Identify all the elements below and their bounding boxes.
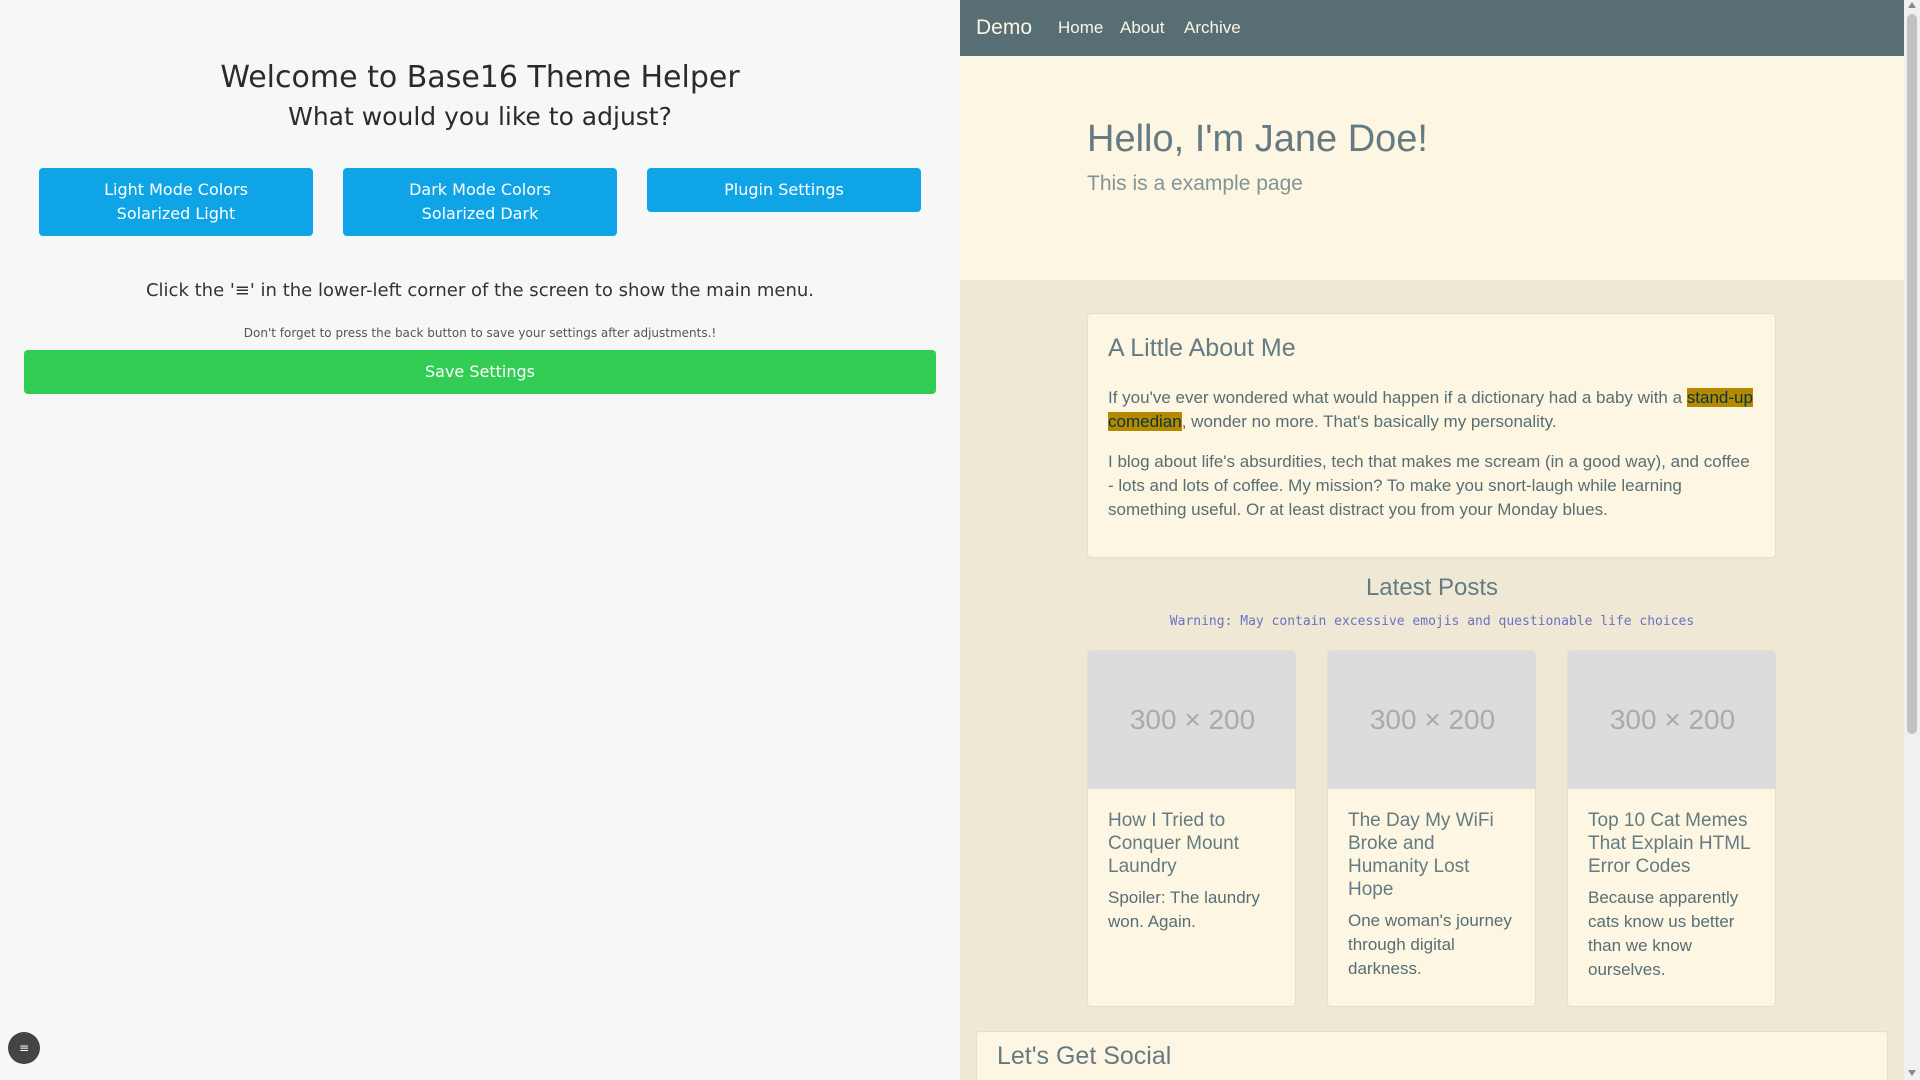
post-description: Because apparently cats know us better t… — [1588, 888, 1739, 979]
post-image-placeholder: 300 × 200 — [1328, 651, 1535, 789]
scrollbar-thumb[interactable] — [1907, 14, 1917, 734]
nav-link-home[interactable]: Home — [1058, 18, 1103, 38]
post-title[interactable]: Top 10 Cat Memes That Explain HTML Error… — [1588, 809, 1760, 878]
navbar-brand[interactable]: Demo — [976, 16, 1032, 40]
post-card[interactable]: 300 × 200 Top 10 Cat Memes That Explain … — [1567, 650, 1776, 1007]
theme-preview-panel: Demo Home About Archive Hello, I'm Jane … — [960, 0, 1904, 1080]
post-card[interactable]: 300 × 200 How I Tried to Conquer Mount L… — [1087, 650, 1296, 1007]
light-mode-colors-button[interactable]: Light Mode Colors Solarized Light — [39, 168, 313, 236]
post-image-placeholder: 300 × 200 — [1568, 651, 1775, 789]
light-mode-button-label: Light Mode Colors — [104, 180, 248, 199]
post-description: Spoiler: The laundry won. Again. — [1108, 888, 1260, 931]
nav-link-about[interactable]: About — [1120, 18, 1164, 38]
theme-helper-panel: Welcome to Base16 Theme Helper What woul… — [0, 0, 960, 1080]
dark-mode-theme-name: Solarized Dark — [421, 204, 539, 223]
welcome-subtitle: What would you like to adjust? — [288, 102, 672, 131]
plugin-settings-button[interactable]: Plugin Settings — [647, 168, 921, 212]
hero-subtitle: This is a example page — [1087, 172, 1303, 195]
nav-link-archive[interactable]: Archive — [1184, 18, 1241, 38]
vertical-scrollbar[interactable] — [1904, 0, 1920, 1080]
light-mode-theme-name: Solarized Light — [116, 204, 236, 223]
post-image-placeholder: 300 × 200 — [1088, 651, 1295, 789]
hero-title: Hello, I'm Jane Doe! — [1087, 118, 1428, 160]
latest-posts-title: Latest Posts — [1365, 574, 1499, 601]
post-description: One woman's journey through digital dark… — [1348, 911, 1512, 978]
dark-mode-button-label: Dark Mode Colors — [409, 180, 551, 199]
save-reminder-note: Don't forget to press the back button to… — [243, 326, 717, 340]
dark-mode-colors-button[interactable]: Dark Mode Colors Solarized Dark — [343, 168, 617, 236]
social-title: Let's Get Social — [997, 1042, 1172, 1070]
about-card: A Little About Me If you've ever wondere… — [1087, 313, 1776, 558]
plugin-settings-label: Plugin Settings — [724, 180, 844, 199]
about-title: A Little About Me — [1108, 334, 1296, 362]
post-title[interactable]: The Day My WiFi Broke and Humanity Lost … — [1348, 809, 1520, 901]
main-menu-icon[interactable]: ≡ — [8, 1032, 40, 1064]
about-text-after: , wonder no more. That's basically my pe… — [1181, 412, 1557, 431]
save-settings-button[interactable]: Save Settings — [24, 350, 936, 394]
hero-section: Hello, I'm Jane Doe! This is a example p… — [960, 56, 1904, 280]
post-card[interactable]: 300 × 200 The Day My WiFi Broke and Huma… — [1327, 650, 1536, 1007]
main-menu-hint: Click the '≡' in the lower-left corner o… — [145, 280, 815, 301]
about-paragraph-2: I blog about life's absurdities, tech th… — [1108, 452, 1750, 519]
about-paragraph-1: If you've ever wondered what would happe… — [1108, 386, 1758, 434]
about-text-before: If you've ever wondered what would happe… — [1108, 388, 1687, 407]
welcome-title: Welcome to Base16 Theme Helper — [220, 60, 740, 95]
navbar: Demo Home About Archive — [960, 0, 1904, 56]
scroll-up-arrow-icon[interactable] — [1908, 2, 1916, 8]
latest-posts-warning: Warning: May contain excessive emojis an… — [1169, 614, 1695, 629]
social-card: Let's Get Social — [976, 1031, 1888, 1080]
scroll-down-arrow-icon[interactable] — [1908, 1070, 1916, 1076]
post-title[interactable]: How I Tried to Conquer Mount Laundry — [1108, 809, 1280, 878]
